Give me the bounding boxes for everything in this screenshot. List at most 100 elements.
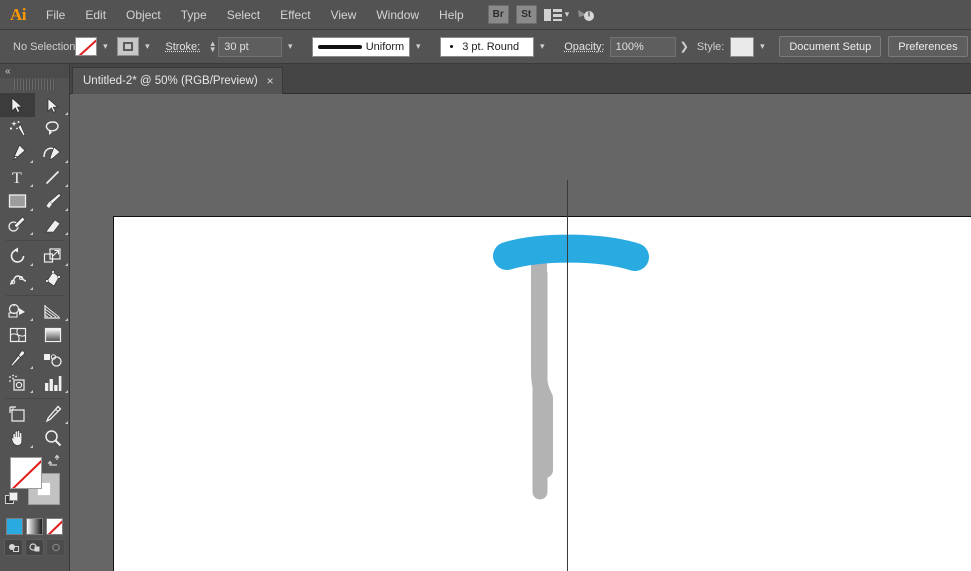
curvature-tool[interactable] — [35, 141, 70, 165]
type-tool[interactable]: T — [0, 165, 35, 189]
svg-text:T: T — [12, 170, 22, 186]
width-tool[interactable] — [0, 268, 35, 292]
menu-select[interactable]: Select — [217, 0, 270, 30]
width-profile-chevron-down-icon[interactable]: ▾ — [410, 37, 426, 57]
paintbrush-tool[interactable] — [35, 189, 70, 213]
free-transform-tool[interactable] — [35, 268, 70, 292]
opacity-expand-icon[interactable]: ❯ — [676, 40, 693, 53]
blue-brush-stroke — [507, 249, 635, 257]
menu-file[interactable]: File — [36, 0, 75, 30]
menu-effect[interactable]: Effect — [270, 0, 320, 30]
swap-fill-stroke-icon[interactable] — [47, 454, 60, 470]
selection-tool[interactable] — [0, 93, 35, 117]
fill-chevron-down-icon[interactable]: ▾ — [97, 37, 113, 57]
width-profile-value[interactable]: Uniform — [312, 37, 410, 57]
tools-panel: « — [0, 64, 70, 571]
menu-edit[interactable]: Edit — [75, 0, 116, 30]
stroke-chevron-down-icon[interactable]: ▾ — [139, 37, 155, 57]
stroke-weight-label[interactable]: Stroke: — [165, 41, 200, 53]
close-icon[interactable]: × — [267, 75, 274, 87]
hand-tool[interactable] — [0, 426, 35, 450]
column-graph-tool[interactable] — [35, 371, 70, 395]
none-button[interactable] — [46, 518, 63, 535]
opacity-control[interactable]: Opacity: 100% ❯ — [564, 37, 693, 57]
shape-builder-tool[interactable] — [0, 299, 35, 323]
color-button[interactable] — [6, 518, 23, 535]
mesh-tool[interactable] — [0, 323, 35, 347]
menu-bar-tools: Br St ▾ — [488, 5, 597, 24]
menu-help[interactable]: Help — [429, 0, 474, 30]
stock-button[interactable]: St — [516, 5, 537, 24]
blend-tool[interactable] — [35, 347, 70, 371]
brush-definition-chevron-down-icon[interactable]: ▾ — [534, 37, 550, 57]
color-mode-buttons — [0, 516, 69, 535]
opacity-input[interactable]: 100% — [610, 37, 676, 57]
fill-control[interactable]: ▾ — [75, 37, 113, 57]
gradient-tool[interactable] — [35, 323, 70, 347]
adobe-stock-search-button[interactable] — [576, 6, 596, 24]
gray-brush-stroke-shape — [539, 259, 545, 470]
vertical-guide-line — [567, 180, 568, 571]
menu-object[interactable]: Object — [116, 0, 171, 30]
width-profile-control[interactable]: Uniform ▾ — [312, 37, 426, 57]
document-tab-title: Untitled-2* @ 50% (RGB/Preview) — [83, 75, 258, 87]
canvas-area[interactable] — [70, 94, 971, 571]
style-label: Style: — [697, 41, 725, 53]
tools-panel-drag-handle[interactable] — [14, 79, 55, 90]
document-setup-button[interactable]: Document Setup — [779, 36, 881, 57]
magic-wand-tool[interactable] — [0, 117, 35, 141]
stroke-weight-chevron-down-icon[interactable]: ▾ — [282, 37, 298, 57]
fill-swatch[interactable] — [75, 37, 97, 56]
menu-window[interactable]: Window — [366, 0, 429, 30]
draw-behind-button[interactable] — [25, 539, 44, 556]
style-chevron-down-icon[interactable]: ▾ — [754, 37, 770, 57]
control-bar: No Selection ▾ ▾ Stroke: ▲▼ 30 pt ▾ Unif… — [0, 30, 971, 64]
menu-bar: Ai File Edit Object Type Select Effect V… — [0, 0, 971, 30]
direct-selection-tool[interactable] — [35, 93, 70, 117]
line-segment-tool[interactable] — [35, 165, 70, 189]
artboard-tool[interactable] — [0, 402, 35, 426]
draw-inside-button[interactable] — [46, 539, 65, 556]
fill-color-indicator[interactable] — [10, 457, 42, 489]
color-controls — [0, 454, 70, 516]
stroke-swatch[interactable] — [117, 37, 139, 56]
document-tab-bar: Untitled-2* @ 50% (RGB/Preview) × — [0, 64, 971, 94]
style-swatch[interactable] — [730, 37, 754, 57]
scale-tool[interactable] — [35, 244, 70, 268]
zoom-tool[interactable] — [35, 426, 70, 450]
illustrator-window: Ai File Edit Object Type Select Effect V… — [0, 0, 971, 571]
shaper-pencil-tool[interactable] — [0, 213, 35, 237]
stroke-weight-stepper[interactable]: ▲▼ — [207, 37, 218, 57]
preferences-button[interactable]: Preferences — [888, 36, 967, 57]
selection-status-label: No Selection — [13, 41, 75, 53]
stroke-color-control[interactable]: ▾ — [117, 37, 155, 57]
bridge-button[interactable]: Br — [488, 5, 509, 24]
search-adobe-stock-icon — [576, 6, 596, 24]
draw-normal-button[interactable] — [4, 539, 23, 556]
gradient-button[interactable] — [26, 518, 43, 535]
opacity-label[interactable]: Opacity: — [564, 41, 604, 53]
rectangle-tool[interactable] — [0, 189, 35, 213]
arrange-documents-icon — [544, 8, 562, 22]
round-brush-icon — [450, 45, 453, 48]
document-tab[interactable]: Untitled-2* @ 50% (RGB/Preview) × — [72, 67, 283, 94]
rotate-tool[interactable] — [0, 244, 35, 268]
default-fill-stroke-button[interactable] — [5, 492, 18, 505]
tools-panel-collapse-button[interactable]: « — [0, 64, 69, 78]
brush-definition-value[interactable]: 3 pt. Round — [440, 37, 534, 57]
stroke-weight-input[interactable]: 30 pt — [218, 37, 282, 57]
pen-tool[interactable] — [0, 141, 35, 165]
eyedropper-tool[interactable] — [0, 347, 35, 371]
graphic-style-control[interactable]: Style: ▾ — [697, 37, 771, 57]
chevron-down-icon: ▾ — [565, 9, 570, 20]
lasso-tool[interactable] — [35, 117, 70, 141]
symbol-sprayer-tool[interactable] — [0, 371, 35, 395]
uniform-profile-icon — [318, 45, 361, 49]
eraser-tool[interactable] — [35, 213, 70, 237]
menu-type[interactable]: Type — [171, 0, 217, 30]
arrange-documents-button[interactable]: ▾ — [544, 8, 570, 22]
menu-view[interactable]: View — [321, 0, 367, 30]
brush-definition-control[interactable]: 3 pt. Round ▾ — [440, 37, 550, 57]
slice-tool[interactable] — [35, 402, 70, 426]
perspective-grid-tool[interactable] — [35, 299, 70, 323]
